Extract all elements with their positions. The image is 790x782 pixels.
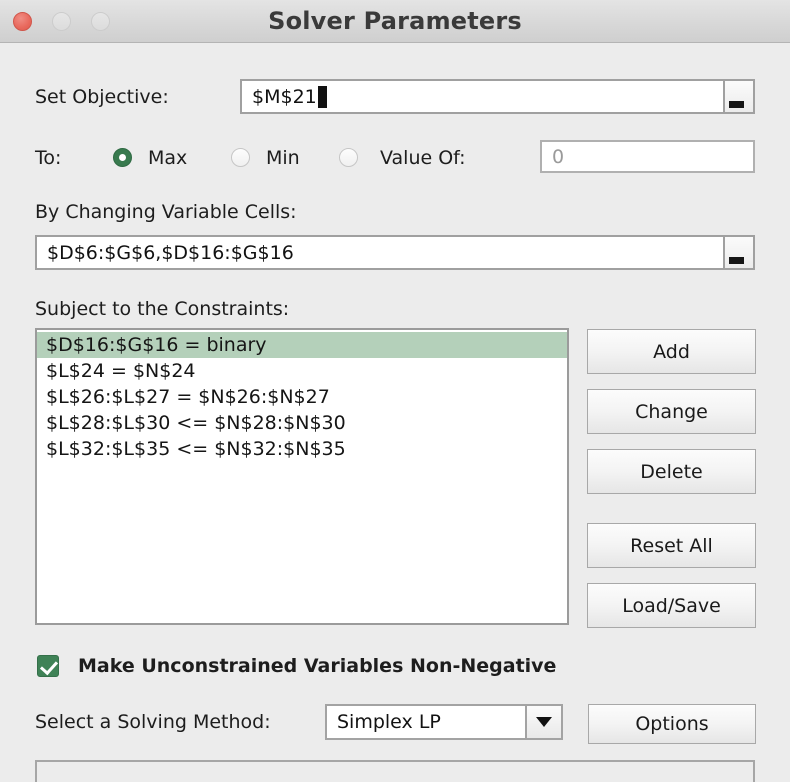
dropdown-arrow-button[interactable] bbox=[525, 706, 561, 738]
radio-min[interactable] bbox=[231, 148, 250, 167]
list-item[interactable]: $L$28:$L$30 <= $N$28:$N$30 bbox=[37, 410, 567, 436]
variable-cells-label: By Changing Variable Cells: bbox=[35, 201, 297, 223]
set-objective-input[interactable]: $M$21 bbox=[240, 79, 755, 114]
change-constraint-button[interactable]: Change bbox=[587, 389, 756, 434]
value-of-placeholder-text: 0 bbox=[552, 146, 564, 168]
solving-method-description-panel bbox=[35, 760, 755, 782]
solving-method-label: Select a Solving Method: bbox=[35, 711, 271, 733]
variable-cells-range-picker-button[interactable] bbox=[723, 235, 755, 270]
list-item[interactable]: $L$26:$L$27 = $N$26:$N$27 bbox=[37, 384, 567, 410]
radio-max-label: Max bbox=[148, 147, 187, 169]
list-item[interactable]: $L$32:$L$35 <= $N$32:$N$35 bbox=[37, 436, 567, 462]
text-cursor bbox=[318, 86, 327, 108]
title-bar: Solver Parameters bbox=[0, 0, 790, 43]
load-save-button[interactable]: Load/Save bbox=[587, 583, 756, 628]
list-item[interactable]: $L$24 = $N$24 bbox=[37, 358, 567, 384]
objective-range-picker-button[interactable] bbox=[723, 79, 755, 114]
value-of-input[interactable]: 0 bbox=[540, 140, 755, 173]
window-title: Solver Parameters bbox=[0, 7, 790, 35]
to-label: To: bbox=[35, 147, 61, 169]
unconstrained-nonnegative-checkbox[interactable] bbox=[37, 655, 59, 677]
constraints-label: Subject to the Constraints: bbox=[35, 298, 289, 320]
add-constraint-button[interactable]: Add bbox=[587, 329, 756, 374]
delete-constraint-button[interactable]: Delete bbox=[587, 449, 756, 494]
unconstrained-nonnegative-label: Make Unconstrained Variables Non-Negativ… bbox=[78, 655, 556, 677]
solving-method-value: Simplex LP bbox=[327, 711, 525, 733]
constraints-listbox[interactable]: $D$16:$G$16 = binary $L$24 = $N$24 $L$26… bbox=[35, 328, 569, 625]
variable-cells-input[interactable]: $D$6:$G$6,$D$16:$G$16 bbox=[35, 235, 755, 270]
solver-parameters-window: Solver Parameters Set Objective: $M$21 T… bbox=[0, 0, 790, 782]
radio-value-of-label: Value Of: bbox=[380, 147, 466, 169]
solving-method-dropdown[interactable]: Simplex LP bbox=[325, 704, 563, 740]
chevron-down-icon bbox=[536, 717, 552, 727]
radio-value-of[interactable] bbox=[339, 148, 358, 167]
reset-all-button[interactable]: Reset All bbox=[587, 523, 756, 568]
list-item[interactable]: $D$16:$G$16 = binary bbox=[37, 332, 567, 358]
set-objective-label: Set Objective: bbox=[35, 86, 169, 108]
set-objective-value: $M$21 bbox=[252, 86, 317, 108]
radio-max[interactable] bbox=[113, 148, 132, 167]
check-icon bbox=[40, 657, 58, 676]
options-button[interactable]: Options bbox=[588, 704, 756, 744]
radio-min-label: Min bbox=[266, 147, 300, 169]
variable-cells-value: $D$6:$G$6,$D$16:$G$16 bbox=[47, 242, 294, 264]
